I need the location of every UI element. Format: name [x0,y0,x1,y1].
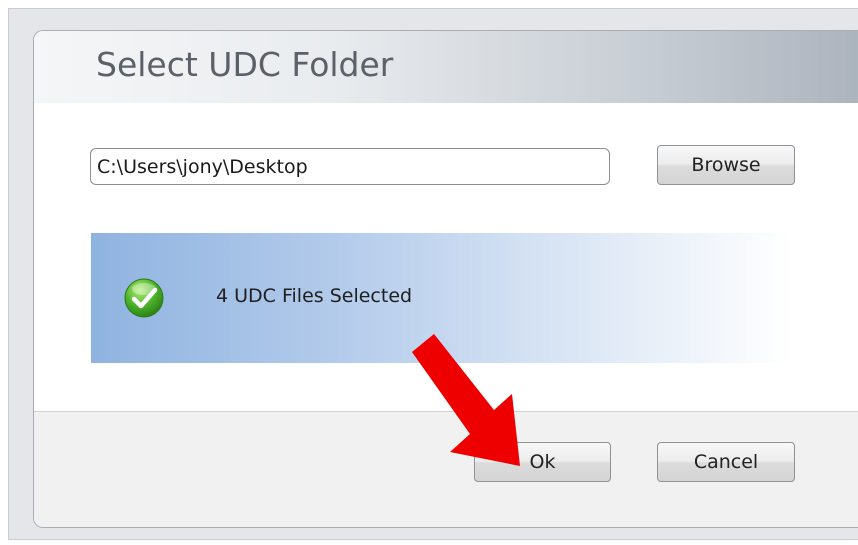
browse-button[interactable]: Browse [657,145,795,185]
checkmark-icon [124,278,164,318]
select-udc-folder-dialog: Select UDC Folder Browse [33,30,858,528]
ok-button[interactable]: Ok [474,442,611,482]
dialog-title-bar: Select UDC Folder [34,31,858,103]
status-text: 4 UDC Files Selected [216,285,413,307]
dialog-content: Browse 4 UDC Files Selected [34,103,858,411]
screen: Select UDC Folder Browse [0,0,858,545]
folder-path-input[interactable] [90,148,610,185]
status-panel: 4 UDC Files Selected [91,233,791,363]
dialog-footer: Ok Cancel [34,411,858,527]
cancel-button[interactable]: Cancel [657,442,795,482]
dialog-title: Select UDC Folder [96,45,394,84]
